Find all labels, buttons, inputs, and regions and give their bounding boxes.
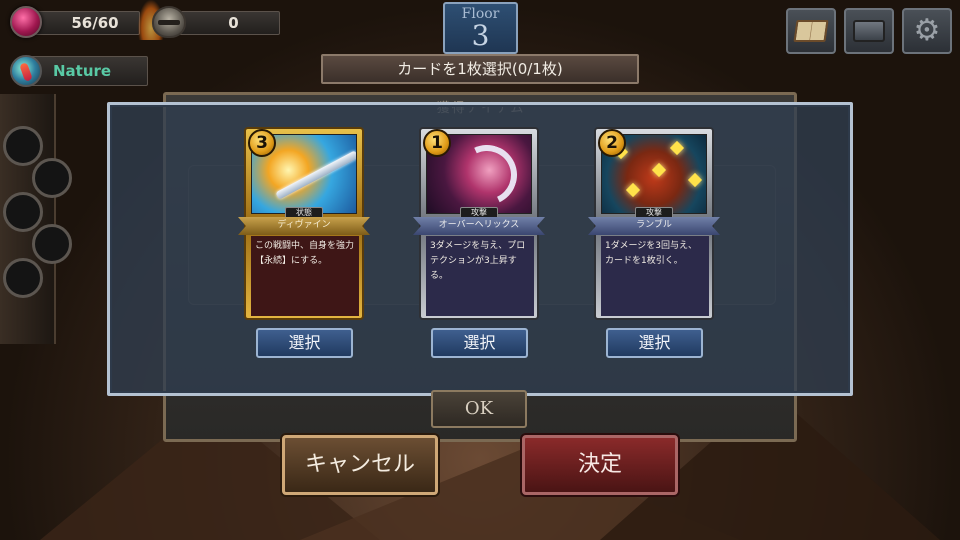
selection-instruction-banner: カードを1枚選択(0/1枚) [321, 54, 639, 84]
relic-slot[interactable] [32, 158, 72, 198]
heart-orb-icon [10, 6, 42, 38]
relic-slot[interactable] [3, 192, 43, 232]
card-description: この戦闘中、自身を強力【永続】にする。 [251, 236, 359, 316]
gear-icon: ⚙ [913, 13, 941, 48]
chest-icon [853, 20, 885, 42]
card-name-ribbon: ディヴァイン [238, 217, 370, 235]
card-name-ribbon: オーバーヘリックス [413, 217, 545, 235]
inventory-button[interactable] [844, 8, 894, 54]
deck-book-button[interactable] [786, 8, 836, 54]
settings-button[interactable]: ⚙ [902, 8, 952, 54]
card-cost-badge: 2 [598, 129, 626, 157]
helmet-icon [152, 6, 186, 38]
select-card-button[interactable]: 選択 [606, 328, 703, 358]
nature-element-icon [10, 55, 42, 87]
element-label: Nature [53, 62, 112, 80]
confirm-button[interactable]: 決定 [522, 435, 678, 495]
gold-value: 0 [228, 14, 239, 32]
cancel-button[interactable]: キャンセル [282, 435, 438, 495]
floor-indicator: Floor 3 [443, 2, 518, 54]
gold-counter: 0 [175, 11, 280, 35]
relic-slot[interactable] [3, 126, 43, 166]
select-card-button[interactable]: 選択 [256, 328, 353, 358]
card-description: 1ダメージを3回与え、カードを1枚引く。 [601, 236, 709, 316]
floor-number: 3 [471, 19, 490, 52]
relic-slot[interactable] [3, 258, 43, 298]
hp-value: 56/60 [71, 14, 119, 32]
relic-slot[interactable] [32, 224, 72, 264]
hp-counter: 56/60 [30, 11, 140, 35]
element-badge: Nature [30, 56, 148, 86]
book-icon [793, 20, 829, 42]
card-cost-badge: 1 [423, 129, 451, 157]
card-cost-badge: 3 [248, 129, 276, 157]
select-card-button[interactable]: 選択 [431, 328, 528, 358]
card-name-ribbon: ランブル [588, 217, 720, 235]
card-description: 3ダメージを与え、プロテクションが3上昇する。 [426, 236, 534, 316]
ok-button[interactable]: OK [431, 390, 527, 428]
